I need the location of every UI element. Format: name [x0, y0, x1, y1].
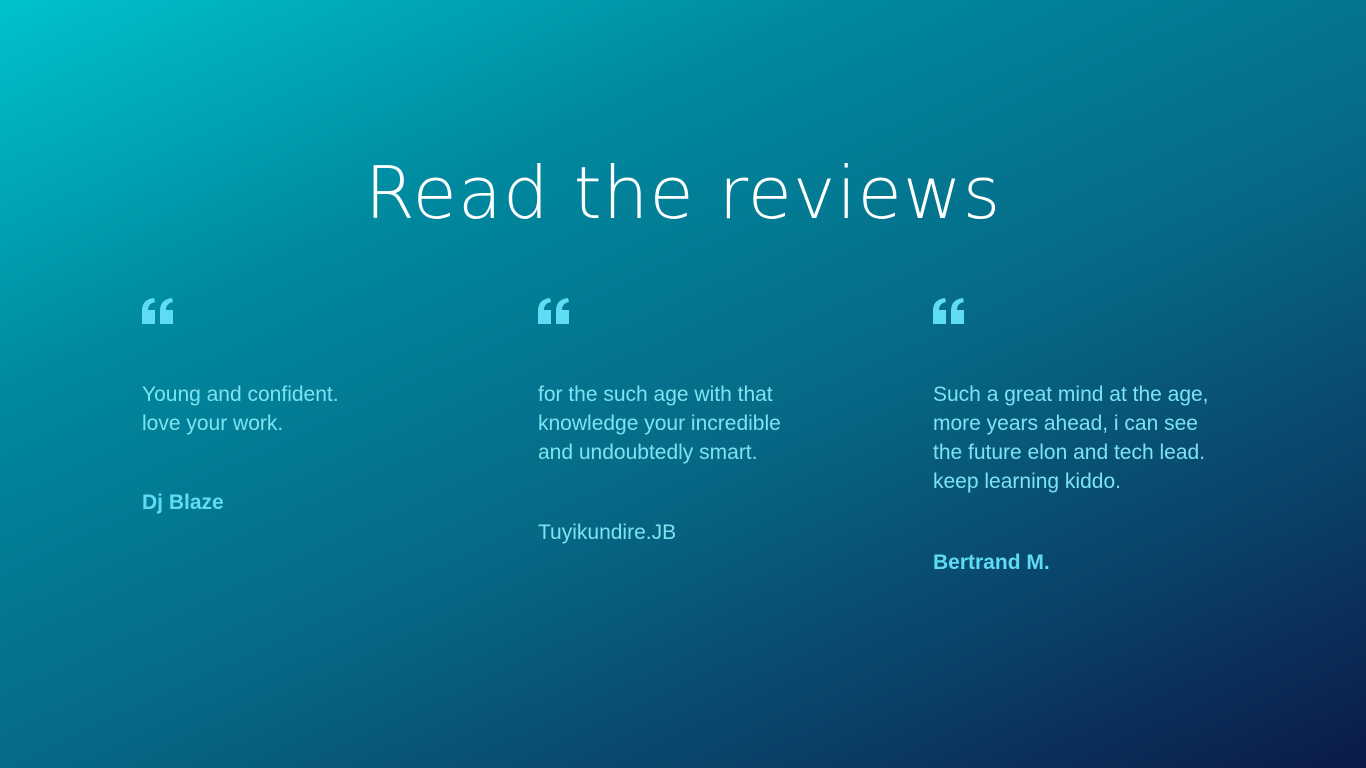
quote-icon	[142, 298, 174, 328]
review-card-1: Young and confident. love your work. Dj …	[142, 298, 442, 517]
quote-icon	[933, 298, 965, 328]
review-author: Tuyikundire.JB	[538, 521, 677, 544]
review-text: for the such age with that knowledge you…	[538, 383, 781, 464]
review-card-3: Such a great mind at the age, more years…	[933, 298, 1233, 577]
review-author: Bertrand M.	[933, 551, 1050, 574]
review-text: Young and confident. love your work.	[142, 383, 339, 435]
quote-icon	[538, 298, 570, 328]
review-author: Dj Blaze	[142, 491, 224, 514]
review-card-2: for the such age with that knowledge you…	[538, 298, 838, 547]
review-text: Such a great mind at the age, more years…	[933, 383, 1209, 493]
page-title: Read the reviews	[364, 151, 1002, 236]
